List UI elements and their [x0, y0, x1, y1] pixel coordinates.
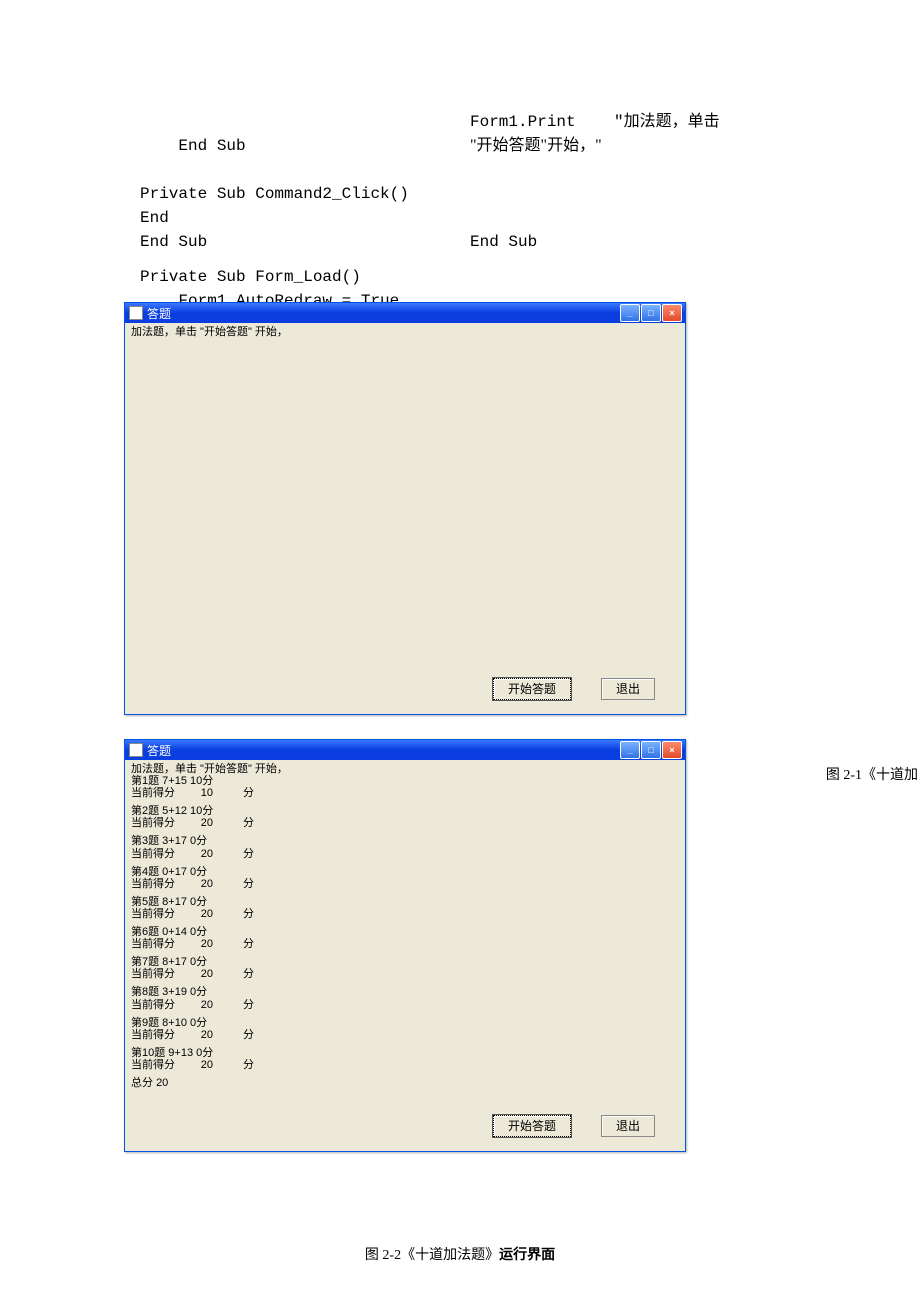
- score-line: 当前得分20分: [131, 968, 679, 980]
- question-line: 第3题 3+17 0分: [131, 835, 679, 847]
- code-line: Form1.Print "加法题，单击: [470, 113, 720, 131]
- question-block: 第9题 8+10 0分当前得分20分: [131, 1017, 679, 1041]
- total-score: 总分 20: [131, 1077, 679, 1089]
- score-line: 当前得分20分: [131, 848, 679, 860]
- question-block: 第4题 0+17 0分当前得分20分: [131, 866, 679, 890]
- window-title: 答题: [147, 305, 171, 322]
- app-icon: [129, 306, 143, 320]
- exit-button[interactable]: 退出: [601, 1115, 655, 1137]
- close-button[interactable]: ×: [662, 741, 682, 759]
- client-area: 加法题，单击 "开始答题" 开始， 第1题 7+15 10分当前得分10分第2题…: [125, 760, 685, 1151]
- instruction-text: 加法题，单击 "开始答题" 开始，: [131, 763, 679, 775]
- client-area: 加法题，单击 "开始答题" 开始， 开始答题 退出: [125, 323, 685, 714]
- minimize-button[interactable]: _: [620, 304, 640, 322]
- window-frame-1: 答题 _ □ × 加法题，单击 "开始答题" 开始， 开始答题 退出: [124, 302, 686, 715]
- question-line: 第4题 0+17 0分: [131, 866, 679, 878]
- score-line: 当前得分20分: [131, 1029, 679, 1041]
- question-line: 第7题 8+17 0分: [131, 956, 679, 968]
- score-line: 当前得分20分: [131, 817, 679, 829]
- score-line: 当前得分20分: [131, 938, 679, 950]
- close-button[interactable]: ×: [662, 304, 682, 322]
- code-line: End Sub: [178, 137, 245, 155]
- score-line: 当前得分20分: [131, 1059, 679, 1071]
- question-line: 第1题 7+15 10分: [131, 775, 679, 787]
- question-block: 第7题 8+17 0分当前得分20分: [131, 956, 679, 980]
- question-line: 第5题 8+17 0分: [131, 896, 679, 908]
- question-block: 第8题 3+19 0分当前得分20分: [131, 986, 679, 1010]
- code-line: Private Sub Command2_Click() End End Sub: [140, 185, 409, 251]
- start-button[interactable]: 开始答题: [493, 1115, 571, 1137]
- question-line: 第9题 8+10 0分: [131, 1017, 679, 1029]
- titlebar: 答题 _ □ ×: [125, 303, 685, 323]
- question-block: 第1题 7+15 10分当前得分10分: [131, 775, 679, 799]
- question-line: 第10题 9+13 0分: [131, 1047, 679, 1059]
- code-left-column: End Sub Private Sub Command2_Click() End…: [140, 110, 460, 254]
- question-block: 第3题 3+17 0分当前得分20分: [131, 835, 679, 859]
- exit-button[interactable]: 退出: [601, 678, 655, 700]
- question-line: 第6题 0+14 0分: [131, 926, 679, 938]
- figure-caption-21: 图 2-1《十道加: [826, 764, 918, 784]
- instruction-text: 加法题，单击 "开始答题" 开始，: [131, 326, 679, 338]
- window-frame-2: 答题 _ □ × 加法题，单击 "开始答题" 开始， 第1题 7+15 10分当…: [124, 739, 686, 1152]
- maximize-button[interactable]: □: [641, 741, 661, 759]
- code-line: "开始答题"开始，": [470, 137, 602, 154]
- score-line: 当前得分20分: [131, 878, 679, 890]
- score-line: 当前得分20分: [131, 908, 679, 920]
- question-line: 第8题 3+19 0分: [131, 986, 679, 998]
- question-block: 第10题 9+13 0分当前得分20分: [131, 1047, 679, 1071]
- question-line: 第2题 5+12 10分: [131, 805, 679, 817]
- figure-caption-22: 图 2-2《十道加法题》运行界面: [0, 1244, 920, 1264]
- question-block: 第5题 8+17 0分当前得分20分: [131, 896, 679, 920]
- window-title: 答题: [147, 742, 171, 759]
- minimize-button[interactable]: _: [620, 741, 640, 759]
- code-right-column: Form1.Print "加法题，单击 "开始答题"开始，" End Sub: [470, 110, 870, 254]
- code-line: End Sub: [470, 233, 537, 251]
- score-line: 当前得分10分: [131, 787, 679, 799]
- start-button[interactable]: 开始答题: [493, 678, 571, 700]
- question-block: 第6题 0+14 0分当前得分20分: [131, 926, 679, 950]
- score-line: 当前得分20分: [131, 999, 679, 1011]
- titlebar: 答题 _ □ ×: [125, 740, 685, 760]
- question-block: 第2题 5+12 10分当前得分20分: [131, 805, 679, 829]
- maximize-button[interactable]: □: [641, 304, 661, 322]
- app-icon: [129, 743, 143, 757]
